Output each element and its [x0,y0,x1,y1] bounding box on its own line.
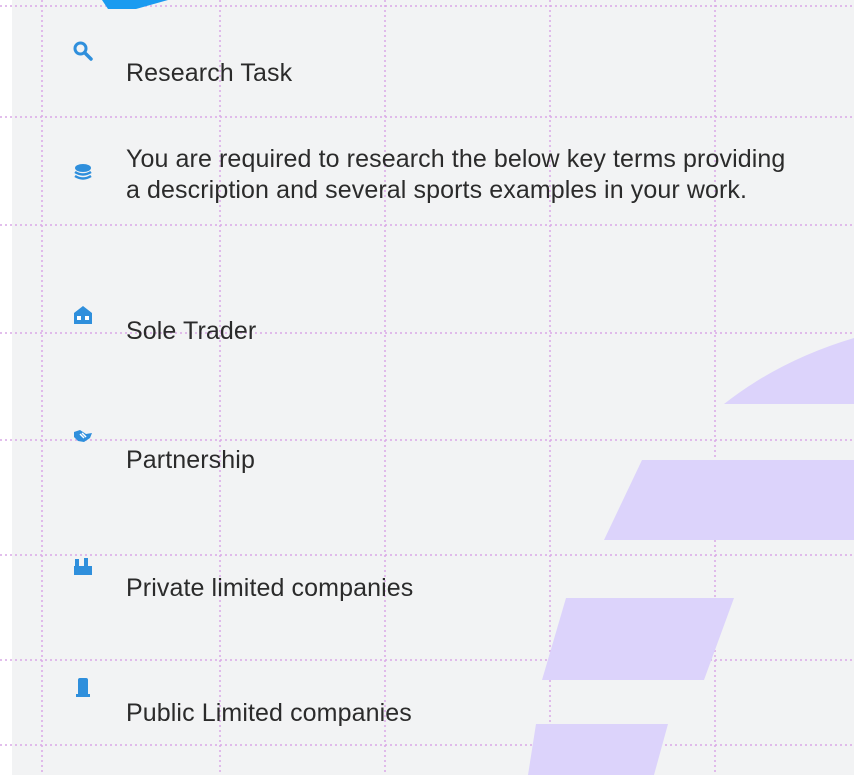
list-item-text: Research Task [126,59,293,87]
tower-building-icon [72,676,94,698]
background-grid [0,0,854,775]
top-blue-tab [102,0,168,9]
left-edge-strip [0,0,12,775]
list-item-text: Public Limited companies [126,699,412,727]
list-item-sole-trader: Sole Trader [72,296,814,356]
handshake-icon [72,425,94,447]
factory-icon [72,555,94,577]
decorative-shapes [102,0,854,775]
list-item-text: Sole Trader [126,317,257,345]
list-item-text: Partnership [126,446,255,474]
list-item-private-limited-companies: Private limited companies [72,555,814,615]
list-item-research-task: Research Task [72,40,814,100]
list-item-description: You are required to research the below k… [72,140,814,270]
house-icon [72,304,94,326]
list-item-partnership: Partnership [72,425,814,485]
list-item-text: You are required to research the below k… [126,145,786,204]
list-item-public-limited-companies: Public Limited companies [72,676,814,736]
stacked-layers-icon [72,162,94,184]
list-item-text: Private limited companies [126,574,414,602]
magnifier-icon [72,40,94,62]
